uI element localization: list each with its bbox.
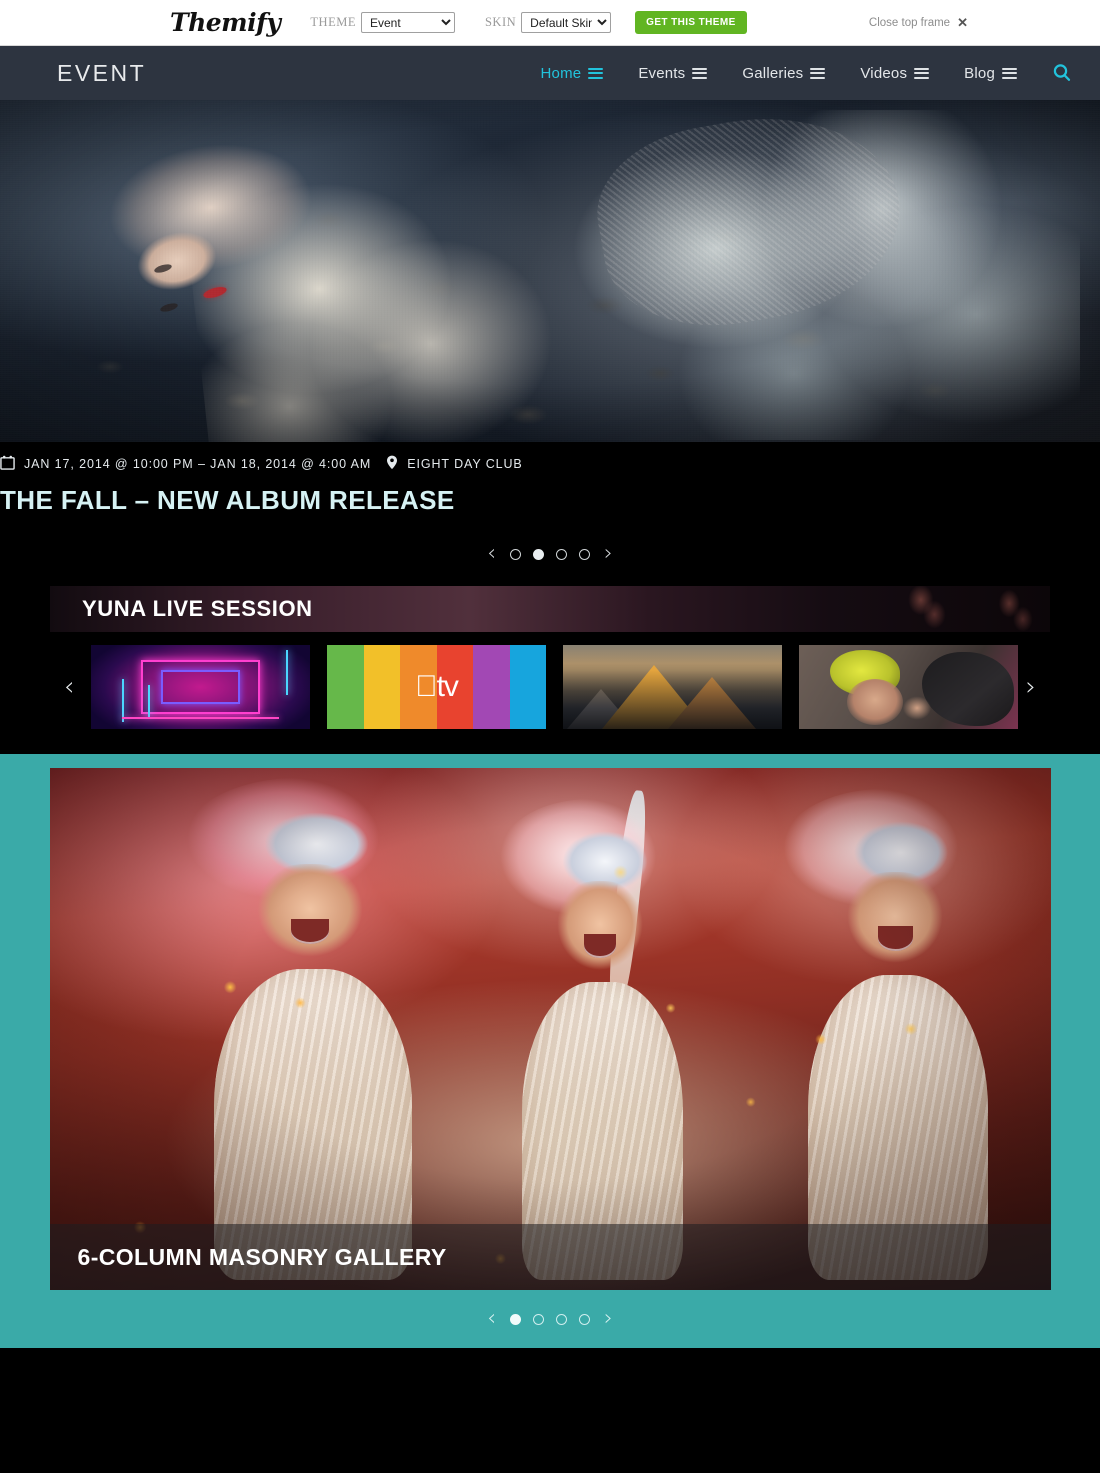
- submenu-bars-icon: [588, 67, 604, 79]
- masonry-gallery-slide[interactable]: 6-COLUMN MASONRY GALLERY: [49, 768, 1051, 1290]
- map-pin-icon: [386, 455, 398, 473]
- gallery-slider-dot[interactable]: [533, 1313, 544, 1325]
- themify-top-frame: Themify THEME Event SKIN Default Skin GE…: [0, 0, 1100, 46]
- hero-photo: [0, 100, 1100, 442]
- close-top-frame-button[interactable]: Close top frame ✕: [869, 15, 968, 31]
- theme-selector-group: THEME Event: [310, 12, 455, 33]
- neon-tunnel-thumbnail[interactable]: [91, 645, 310, 729]
- close-top-frame-label: Close top frame: [868, 16, 951, 29]
- close-x-icon: ✕: [957, 14, 968, 30]
- yuna-portrait-thumbnail[interactable]: [799, 645, 1018, 729]
- nav-item-galleries[interactable]: Galleries: [742, 64, 826, 82]
- get-this-theme-button[interactable]: GET THIS THEME: [635, 11, 747, 34]
- event-slider-dot[interactable]: [510, 548, 521, 560]
- gallery-slider-dots: [510, 1313, 590, 1325]
- event-slider-next-button[interactable]: ›: [604, 543, 613, 565]
- gallery-slider-controls: ‹ ›: [0, 1290, 1100, 1348]
- thumbnail-carousel: ‹ tv: [50, 642, 1050, 732]
- search-button[interactable]: [1052, 63, 1072, 83]
- event-slider-dots: [510, 548, 590, 560]
- apple-tv-logo: tv: [327, 672, 546, 702]
- apple-tv-thumbnail[interactable]: tv: [327, 645, 546, 729]
- event-date: JAN 17, 2014 @ 10:00 PM – JAN 18, 2014 @…: [24, 457, 372, 471]
- event-slider-dot[interactable]: [579, 548, 590, 560]
- event-meta: JAN 17, 2014 @ 10:00 PM – JAN 18, 2014 @…: [0, 455, 1100, 473]
- nav-item-galleries-label: Galleries: [742, 64, 804, 82]
- thumbnail-prev-button[interactable]: ‹: [64, 672, 74, 702]
- event-slider-controls: ‹ ›: [0, 522, 1100, 586]
- yuna-banner-title: YUNA LIVE SESSION: [82, 596, 313, 621]
- event-location: EIGHT DAY CLUB: [407, 457, 523, 471]
- site-header: EVENT Home Events Galleries Videos Blog: [0, 46, 1100, 100]
- gallery-slider-dot[interactable]: [579, 1313, 590, 1325]
- event-slider-dot[interactable]: [556, 548, 567, 560]
- skin-selector-group: SKIN Default Skin: [484, 12, 612, 33]
- video-filmstrip-section: YUNA LIVE SESSION ‹ tv: [0, 586, 1100, 754]
- gallery-slider-dot[interactable]: [510, 1313, 521, 1325]
- gallery-caption: 6-COLUMN MASONRY GALLERY: [77, 1243, 447, 1270]
- event-slider-dot[interactable]: [533, 548, 544, 560]
- gallery-slider-prev-button[interactable]: ‹: [487, 1308, 496, 1330]
- submenu-bars-icon: [810, 67, 826, 79]
- site-brand[interactable]: EVENT: [57, 60, 146, 87]
- yuna-banner[interactable]: YUNA LIVE SESSION: [50, 586, 1050, 632]
- gallery-slider-next-button[interactable]: ›: [604, 1308, 613, 1330]
- nav-item-home-label: Home: [540, 64, 582, 82]
- calendar-icon: [0, 455, 15, 473]
- submenu-bars-icon: [1002, 67, 1017, 79]
- submenu-bars-icon: [692, 67, 708, 79]
- themify-logo[interactable]: Themify: [170, 8, 281, 37]
- nav-item-blog[interactable]: Blog: [964, 65, 1017, 82]
- thumbnail-next-button[interactable]: ›: [1026, 672, 1036, 702]
- masonry-gallery-section: 6-COLUMN MASONRY GALLERY ‹ ›: [0, 754, 1100, 1348]
- nav-item-events[interactable]: Events: [638, 64, 708, 82]
- event-title[interactable]: THE FALL – NEW ALBUM RELEASE: [0, 485, 1100, 516]
- apple-logo-icon: : [415, 670, 437, 703]
- skin-label: SKIN: [484, 15, 517, 29]
- nav-item-events-label: Events: [638, 64, 686, 82]
- nav-item-blog-label: Blog: [964, 64, 995, 82]
- hero-slide-image[interactable]: [0, 100, 1100, 442]
- search-icon: [1053, 64, 1071, 81]
- gallery-caption-bar: 6-COLUMN MASONRY GALLERY: [49, 1224, 1051, 1290]
- skin-select[interactable]: Default Skin: [521, 12, 612, 33]
- event-slider-prev-button[interactable]: ‹: [487, 543, 496, 565]
- main-menu: Home Events Galleries Videos Blog: [541, 65, 1053, 82]
- nav-item-videos-label: Videos: [860, 64, 908, 82]
- theme-select[interactable]: Event: [360, 12, 455, 33]
- nav-item-home[interactable]: Home: [541, 65, 604, 82]
- mountain-thumbnail[interactable]: [563, 645, 782, 729]
- event-info-section: JAN 17, 2014 @ 10:00 PM – JAN 18, 2014 @…: [0, 442, 1100, 586]
- nav-item-videos[interactable]: Videos: [860, 64, 930, 82]
- submenu-bars-icon: [914, 67, 930, 79]
- theme-label: THEME: [310, 15, 356, 29]
- gallery-slider-dot[interactable]: [556, 1313, 567, 1325]
